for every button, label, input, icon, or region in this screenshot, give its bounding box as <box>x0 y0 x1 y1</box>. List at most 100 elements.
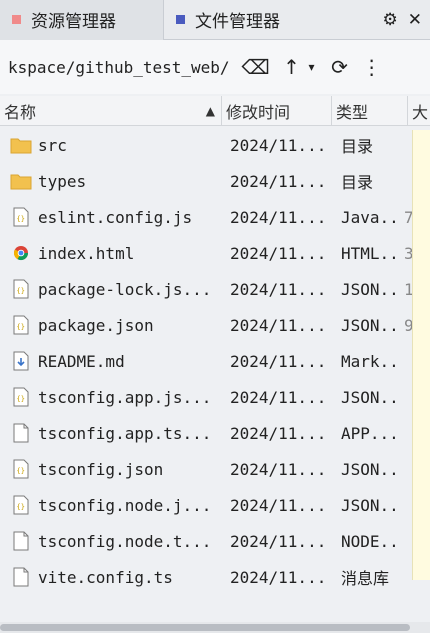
file-modified: 2024/11... <box>230 315 327 335</box>
file-row[interactable]: src 2024/11... 目录 <box>0 127 430 163</box>
file-modified: 2024/11... <box>230 423 327 443</box>
chrome-html-icon <box>10 242 32 264</box>
file-row[interactable]: {}eslint.config.js2024/11...Java...7 <box>0 199 430 235</box>
chevron-down-icon[interactable]: ▾ <box>304 60 320 74</box>
file-modified: 2024/11... <box>230 531 327 551</box>
file-type: 消息库 <box>341 569 390 588</box>
file-modified: 2024/11... <box>230 279 327 299</box>
file-name-cell: src <box>0 134 224 156</box>
file-modified: 2024/11... <box>230 171 327 191</box>
file-name-cell: {} tsconfig.node.j... <box>0 494 224 516</box>
file-name: tsconfig.node.j... <box>38 495 212 515</box>
horizontal-scrollbar[interactable] <box>0 622 430 633</box>
blank-file-icon <box>10 530 32 552</box>
file-row[interactable]: {} tsconfig.node.j... 2024/11... JSON... <box>0 487 430 523</box>
tab-file-manager[interactable]: 文件管理器 <box>164 0 292 40</box>
file-type: NODE... <box>341 531 400 551</box>
svg-text:{}: {} <box>17 215 25 223</box>
folder-icon <box>10 170 32 192</box>
file-name-cell: tsconfig.node.t... <box>0 530 224 552</box>
settings-icon[interactable]: ⚙ <box>383 10 398 30</box>
file-name: types <box>38 171 87 191</box>
up-arrow-icon[interactable]: ↑ <box>280 55 304 79</box>
file-name: index.html <box>38 243 135 263</box>
file-modified: 2024/11... <box>230 387 327 407</box>
file-name-cell: index.html <box>0 242 224 264</box>
tab-bar: 资源管理器 文件管理器 ⚙ ✕ <box>0 0 430 40</box>
column-header: 名称 ▲ 修改时间 类型 大 <box>0 95 430 126</box>
file-name: tsconfig.json <box>38 459 164 479</box>
file-row[interactable]: {} tsconfig.app.js... 2024/11... JSON... <box>0 379 430 415</box>
path-input[interactable]: kspace/github_test_web/ <box>0 58 230 77</box>
file-row[interactable]: {} tsconfig.json 2024/11... JSON... <box>0 451 430 487</box>
column-size-header[interactable]: 大 <box>408 96 430 126</box>
tab-color-dot <box>12 15 21 24</box>
file-type: 目录 <box>341 137 374 156</box>
column-modified-header[interactable]: 修改时间 <box>222 95 332 126</box>
file-row[interactable]: README.md 2024/11... Mark... <box>0 343 430 379</box>
file-modified: 2024/11... <box>230 207 327 227</box>
file-name-cell: types <box>0 170 224 192</box>
path-bar: kspace/github_test_web/ ⌫ ↑ ▾ ⟳ ⋮ <box>0 40 430 94</box>
folder-icon <box>10 134 32 156</box>
markdown-file-icon <box>10 350 32 372</box>
file-modified: 2024/11... <box>230 351 327 371</box>
tab-label: 文件管理器 <box>195 12 280 32</box>
file-name-cell: {} package.json <box>0 314 224 336</box>
file-row[interactable]: types 2024/11... 目录 <box>0 163 430 199</box>
file-name: src <box>38 135 67 155</box>
tab-color-dot <box>176 15 185 24</box>
tab-resource-manager[interactable]: 资源管理器 <box>0 0 164 40</box>
file-type: JSON... <box>341 459 400 479</box>
file-name: package-lock.js... <box>38 279 212 299</box>
file-type: Java... <box>341 207 400 227</box>
file-name-cell: {} package-lock.js... <box>0 278 224 300</box>
refresh-icon[interactable]: ⟳ <box>328 55 352 79</box>
file-name-cell: vite.config.ts <box>0 566 224 588</box>
tab-label: 资源管理器 <box>31 12 116 32</box>
file-name-cell: {} tsconfig.app.js... <box>0 386 224 408</box>
file-row[interactable]: vite.config.ts 2024/11... 消息库 <box>0 559 430 595</box>
more-icon[interactable]: ⋮ <box>362 55 382 79</box>
file-name: tsconfig.app.ts... <box>38 423 212 443</box>
file-type: APP... <box>341 423 399 443</box>
blank-file-icon <box>10 422 32 444</box>
file-name: README.md <box>38 351 125 371</box>
svg-text:{}: {} <box>17 323 25 331</box>
file-type: 目录 <box>341 173 374 192</box>
json-file-icon: {} <box>10 278 32 300</box>
file-name: tsconfig.node.t... <box>38 531 212 551</box>
file-type: JSON... <box>341 495 400 515</box>
file-modified: 2024/11... <box>230 495 327 515</box>
scrollbar-thumb[interactable] <box>0 624 410 631</box>
file-row[interactable]: {}package-lock.js...2024/11...JSON...1 <box>0 271 430 307</box>
file-name: vite.config.ts <box>38 567 173 587</box>
file-type: Mark... <box>341 351 400 371</box>
svg-text:{}: {} <box>17 467 25 475</box>
file-name: eslint.config.js <box>38 207 193 227</box>
sort-asc-icon: ▲ <box>205 103 215 118</box>
file-type: JSON... <box>341 279 400 299</box>
svg-text:{}: {} <box>17 287 25 295</box>
file-row[interactable]: {}package.json2024/11...JSON...9 <box>0 307 430 343</box>
svg-text:{}: {} <box>17 395 25 403</box>
column-type-header[interactable]: 类型 <box>332 95 408 126</box>
js-file-icon: {} <box>10 206 32 228</box>
json-file-icon: {} <box>10 314 32 336</box>
clear-path-icon[interactable]: ⌫ <box>241 55 269 79</box>
json-file-icon: {} <box>10 386 32 408</box>
close-icon[interactable]: ✕ <box>408 10 422 30</box>
file-row[interactable]: tsconfig.node.t... 2024/11... NODE... <box>0 523 430 559</box>
file-name: package.json <box>38 315 154 335</box>
file-modified: 2024/11... <box>230 459 327 479</box>
file-type: JSON... <box>341 315 400 335</box>
blank-file-icon <box>10 566 32 588</box>
file-type: HTML... <box>341 243 400 263</box>
file-name-cell: tsconfig.app.ts... <box>0 422 224 444</box>
file-name: tsconfig.app.js... <box>38 387 212 407</box>
file-modified: 2024/11... <box>230 243 327 263</box>
file-row[interactable]: index.html2024/11...HTML...3 <box>0 235 430 271</box>
svg-text:{}: {} <box>17 503 25 511</box>
file-row[interactable]: tsconfig.app.ts... 2024/11... APP... <box>0 415 430 451</box>
column-name-header[interactable]: 名称 ▲ <box>0 95 222 126</box>
